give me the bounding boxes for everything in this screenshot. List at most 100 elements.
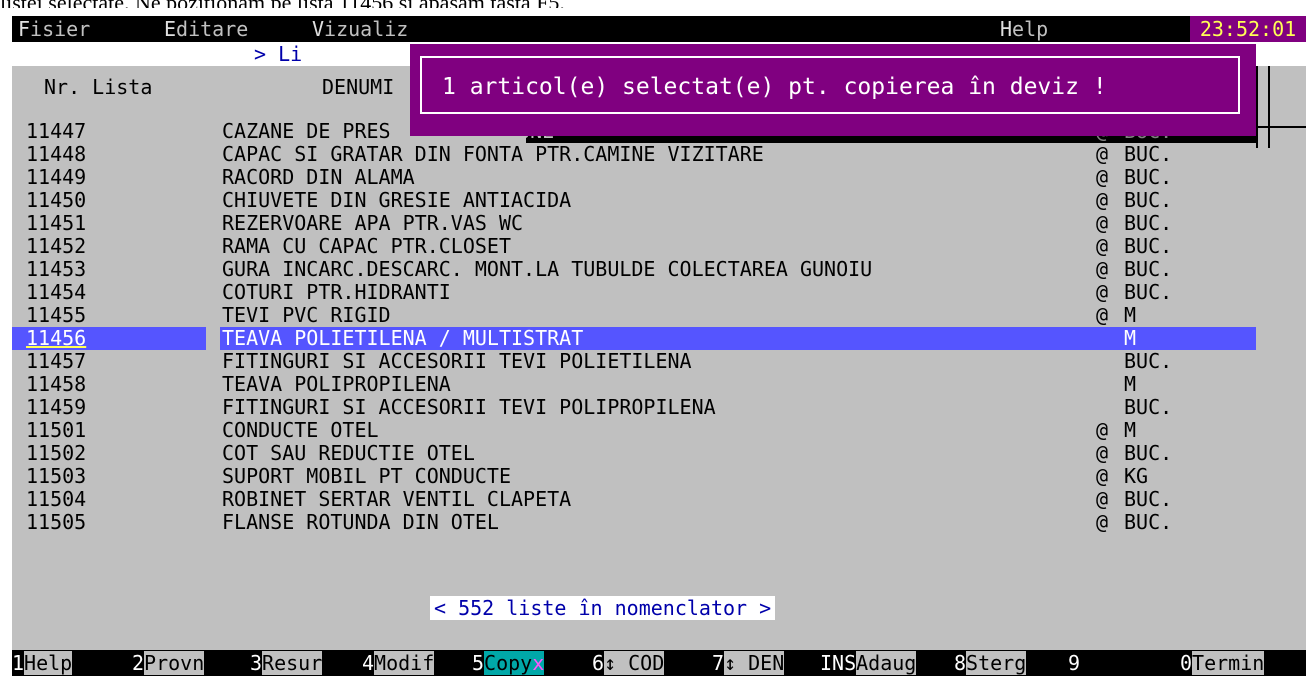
row-name: FITINGURI SI ACCESORII TEVI POLIPROPILEN… [222,395,716,419]
table-row[interactable]: 11457 FITINGURI SI ACCESORII TEVI POLIETI… [12,350,1306,373]
row-code: 11448 [26,142,87,166]
row-name: RACORD DIN ALAMA [222,165,415,189]
fkey-label: Provn [144,651,205,675]
row-name: CONDUCTE OTEL [222,418,379,442]
document-caption: listei selectate. Ne poziționăm pe lista… [0,0,1306,8]
breadcrumb: > Li [254,42,303,66]
row-name: ROBINET SERTAR VENTIL CLAPETA [222,487,572,511]
notification-popup: 1 articol(e) selectat(e) pt. copierea în… [410,44,1256,136]
row-unit: M [1124,372,1137,396]
row-unit: M [1124,326,1137,350]
row-name: RAMA CU CAPAC PTR.CLOSET [222,234,511,258]
row-flag: @ [1096,441,1109,465]
fkey-8[interactable]: 8Sterg [954,650,1027,676]
row-name: FITINGURI SI ACCESORII TEVI POLIETILENA [222,349,692,373]
fkey-6[interactable]: 6↕ COD [592,650,665,676]
menu-fisier[interactable]: Fisier [18,16,90,42]
row-flag: @ [1096,234,1109,258]
fkey-number: 7 [712,651,725,675]
fkey-label: Modif [374,651,435,675]
table-row[interactable]: 11451 REZERVOARE APA PTR.VAS WC @ BUC. [12,212,1306,235]
clock: 23:52:01 [1190,16,1306,42]
table-row[interactable]: 11456 TEAVA POLIETILENA / MULTISTRAT M [12,327,1306,350]
table-row[interactable]: 11501 CONDUCTE OTEL @ M [12,419,1306,442]
table-row[interactable]: 11459 FITINGURI SI ACCESORII TEVI POLIPRO… [12,396,1306,419]
fkey-number: 9 [1068,651,1081,675]
fkey-label: Copyx [484,651,545,675]
row-flag: @ [1096,257,1109,281]
menu-help[interactable]: Help [1000,16,1048,42]
fkey-0[interactable]: 0Termin [1180,650,1265,676]
row-name: REZERVOARE APA PTR.VAS WC [222,211,524,235]
row-code: 11449 [26,165,87,189]
row-name: CHIUVETE DIN GRESIE ANTIACIDA [222,188,572,212]
row-name: GURA INCARC.DESCARC. MONT.LA TUBULDE COL… [222,257,873,281]
table-row[interactable]: 11454 COTURI PTR.HIDRANTI @ BUC. [12,281,1306,304]
fkey-number: 6 [592,651,605,675]
row-unit: BUC. [1124,257,1173,281]
row-unit: KG [1124,464,1149,488]
row-unit: BUC. [1124,188,1173,212]
row-unit: BUC. [1124,395,1173,419]
fkey-number: 1 [12,651,25,675]
row-unit: BUC. [1124,142,1173,166]
row-name: COTURI PTR.HIDRANTI [222,280,451,304]
table-row[interactable]: 11503 SUPORT MOBIL PT CONDUCTE @ KG [12,465,1306,488]
fkey-label: Resur [262,651,323,675]
table-row[interactable]: 11505 FLANSE ROTUNDA DIN OTEL @ BUC. [12,511,1306,534]
row-code: 11503 [26,464,87,488]
row-flag: @ [1096,510,1109,534]
fkey-ins[interactable]: INSAdaug [820,650,917,676]
notification-message: 1 articol(e) selectat(e) pt. copierea în… [420,56,1240,114]
table-row[interactable]: 11453 GURA INCARC.DESCARC. MONT.LA TUBULD… [12,258,1306,281]
row-flag: @ [1096,464,1109,488]
fkey-label: ↕ COD [604,651,665,675]
fkey-1[interactable]: 1Help [12,650,73,676]
row-flag: @ [1096,142,1109,166]
row-flag: @ [1096,418,1109,442]
row-code: 11458 [26,372,87,396]
row-code: 11505 [26,510,87,534]
table-row[interactable]: 11455 TEVI PVC RIGID @ M [12,304,1306,327]
price-list-table: 11447CAZANE DE PRESIUNE@BUC.11448CAPAC S… [12,120,1306,534]
menu-bar: Fisier Editare Vizualiz Help 23:52:01 [12,16,1306,42]
fkey-2[interactable]: 2Provn [132,650,205,676]
table-row[interactable]: 11450 CHIUVETE DIN GRESIE ANTIACIDA @ BUC. [12,189,1306,212]
table-row[interactable]: 11448 CAPAC SI GRATAR DIN FONTA PTR.CAMIN… [12,143,1306,166]
fkey-5[interactable]: 5Copyx [472,650,545,676]
function-key-bar: 1Help 2Provn 3Resur 4Modif 5Copyx 6↕ COD 7↕ D… [12,650,1306,676]
row-flag: @ [1096,211,1109,235]
menu-editare[interactable]: Editare [164,16,248,42]
fkey-number: 4 [362,651,375,675]
table-row[interactable]: 11502 COT SAU REDUCTIE OTEL @ BUC. [12,442,1306,465]
menu-vizualiz[interactable]: Vizualiz [312,16,408,42]
row-code: 11502 [26,441,87,465]
fkey-7[interactable]: 7↕ DEN [712,650,785,676]
column-header-name: DENUMI [322,75,395,99]
row-name: FLANSE ROTUNDA DIN OTEL [222,510,499,534]
list-count: < 552 liste în nomenclator > [430,596,776,620]
fkey-number: 0 [1180,651,1193,675]
table-row[interactable]: 11452 RAMA CU CAPAC PTR.CLOSET @ BUC. [12,235,1306,258]
row-code: 11453 [26,257,87,281]
row-name: CAPAC SI GRATAR DIN FONTA PTR.CAMINE VIZ… [222,142,764,166]
table-row[interactable]: 11449 RACORD DIN ALAMA @ BUC. [12,166,1306,189]
row-unit: BUC. [1124,441,1173,465]
fkey-number: 8 [954,651,967,675]
fkey-label: Help [24,651,73,675]
row-code: 11454 [26,280,87,304]
fkey-number: 3 [250,651,263,675]
row-name: SUPORT MOBIL PT CONDUCTE [222,464,511,488]
row-code: 11455 [26,303,87,327]
table-row[interactable]: 11504 ROBINET SERTAR VENTIL CLAPETA @ BUC. [12,488,1306,511]
row-name: TEAVA POLIPROPILENA [222,372,451,396]
fkey-4[interactable]: 4Modif [362,650,435,676]
row-unit: BUC. [1124,349,1173,373]
fkey-3[interactable]: 3Resur [250,650,323,676]
fkey-9[interactable]: 9 [1068,650,1080,676]
row-unit: BUC. [1124,280,1173,304]
dos-app-screen: Fisier Editare Vizualiz Help 23:52:01 > … [12,16,1306,676]
row-code: 11450 [26,188,87,212]
row-unit: M [1124,303,1137,327]
table-row[interactable]: 11458 TEAVA POLIPROPILENA M [12,373,1306,396]
